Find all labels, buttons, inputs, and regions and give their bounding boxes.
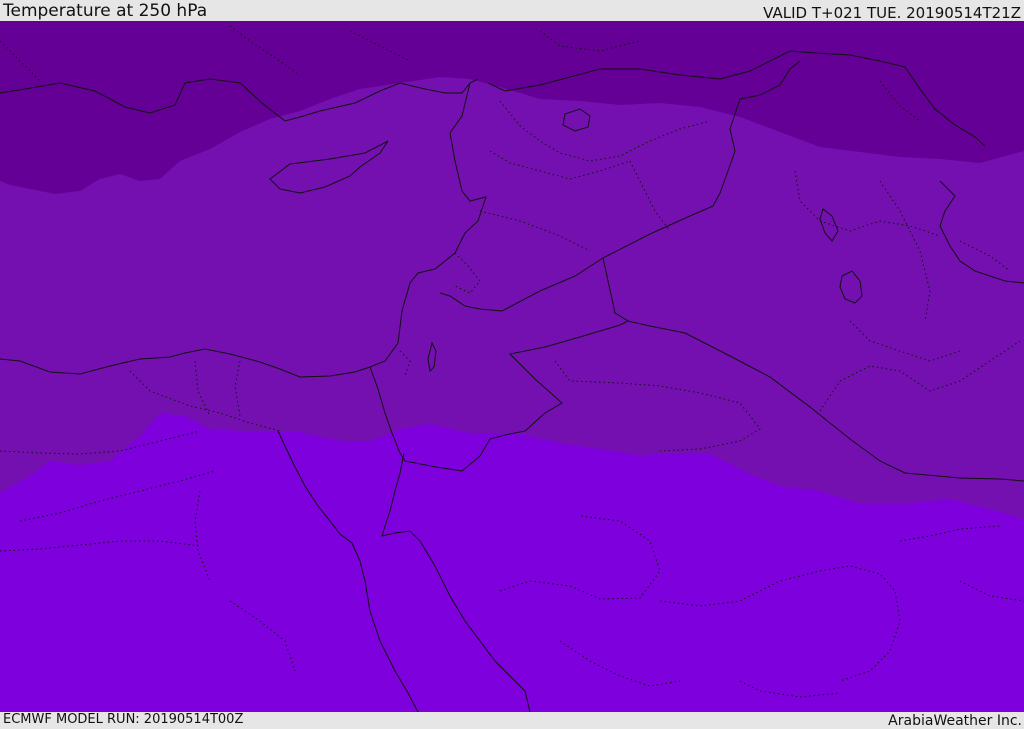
model-run-label: ECMWF MODEL RUN: 20190514T00Z (3, 712, 244, 727)
temperature-map (0, 21, 1024, 712)
valid-time-label: VALID T+021 TUE. 20190514T21Z (763, 4, 1021, 22)
map-frame: Temperature at 250 hPa VALID T+021 TUE. … (0, 0, 1024, 729)
header-bar: Temperature at 250 hPa VALID T+021 TUE. … (0, 0, 1024, 21)
map-area (0, 21, 1024, 712)
map-title: Temperature at 250 hPa (3, 1, 208, 21)
credit-label: ArabiaWeather Inc. (888, 713, 1022, 729)
footer-bar: ECMWF MODEL RUN: 20190514T00Z ArabiaWeat… (0, 712, 1024, 729)
